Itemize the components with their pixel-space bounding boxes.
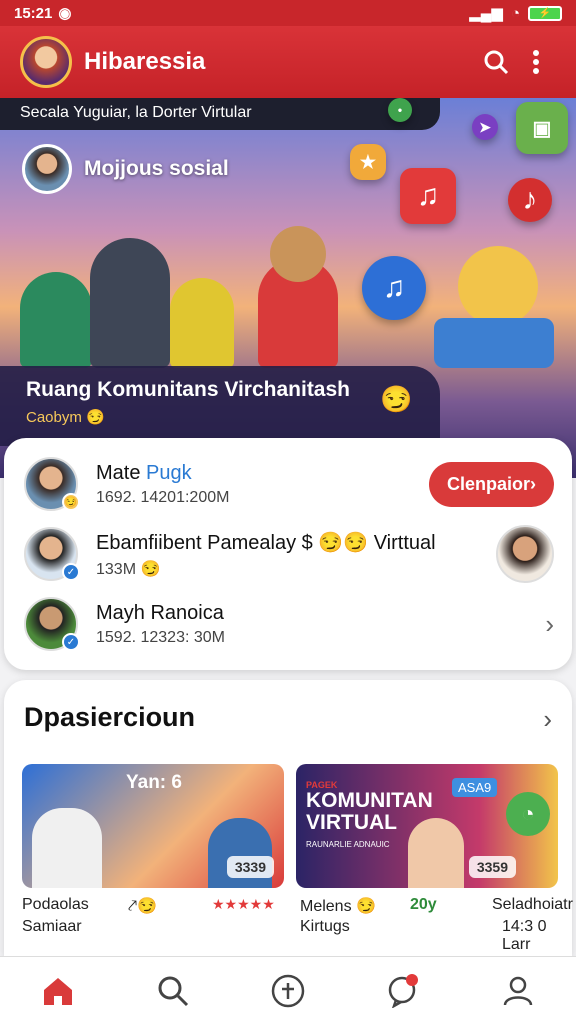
view-count: 3359: [468, 856, 516, 878]
search-icon: [484, 50, 509, 75]
app-logo: [20, 36, 72, 88]
nav-create[interactable]: [263, 966, 313, 1016]
list-item[interactable]: 😏 Mate Pugk 1692. 14201:200M Clenpaior›: [24, 454, 554, 514]
hero-caption-sub: Caobym: [26, 409, 82, 426]
card-label: Seladhoiatr: [492, 896, 573, 913]
hero-banner[interactable]: Secala Yuguiar, la Dorter Virtular Mojjo…: [0, 98, 576, 478]
rating-stars: ★★★★★: [212, 896, 275, 912]
post-meta: 1592. 12323: 30M: [96, 628, 225, 646]
person-figure: [20, 272, 92, 368]
notification-dot: [406, 973, 419, 986]
hero-username: Mojjous sosial: [84, 157, 229, 180]
section-title: Dpasiercioun: [24, 702, 196, 732]
status-bar: 15:21 ◉ ▂▄▆ ◔ ⚡: [0, 0, 576, 26]
more-menu-button[interactable]: [516, 42, 556, 82]
profile-icon: [504, 976, 533, 1005]
search-button[interactable]: [476, 42, 516, 82]
music-note-icon: ♫: [362, 256, 426, 320]
home-icon: [43, 977, 72, 1005]
chat-bubble-icon: ◔: [506, 792, 550, 836]
pedestal: [434, 318, 554, 368]
share-icon[interactable]: ⤤😏: [128, 896, 157, 916]
signal-icon: ▂▄▆: [469, 5, 503, 22]
person-figure: [408, 818, 464, 888]
post-name: Mate: [96, 461, 147, 484]
verified-badge-icon: ✓: [62, 563, 80, 581]
clock: 15:21: [14, 4, 53, 22]
post-name: Mayh Ranoica: [96, 601, 224, 624]
content-card[interactable]: PAGEK KOMUNITAN VIRTUAL RAUNARLIE ADNAUI…: [296, 764, 558, 888]
wifi-icon: ◔: [510, 4, 520, 22]
card-label: Kirtugs: [300, 918, 350, 935]
screen-icon: ▣: [516, 102, 568, 154]
nav-search[interactable]: [148, 966, 198, 1016]
post-name: Ebamfiibent Pamealay $ 😏😏 Virttual: [96, 531, 436, 554]
notification-icon: ◉: [58, 5, 72, 22]
card-label: Samiaar: [22, 918, 82, 935]
emoji-icon: 😏: [140, 560, 161, 578]
avatar: [496, 525, 554, 583]
post-meta: 1692. 14201:200M: [96, 488, 230, 506]
avatar: [22, 144, 72, 194]
card-label: 14:3 0 Larr: [502, 918, 547, 953]
avatar: ✓: [24, 527, 80, 581]
emoji-icon: 😏: [380, 384, 413, 414]
star-icon: ★: [350, 144, 386, 180]
join-button[interactable]: Clenpaior›: [428, 461, 554, 507]
thumb-tag: ASA9: [452, 778, 498, 797]
avatar: ✓: [24, 597, 80, 651]
more-vertical-icon: [533, 50, 539, 74]
content-card[interactable]: Yan: 6 3339: [22, 764, 284, 888]
discover-section: Dpasiercioun › Yan: 6 3339 PAGEK KOMUNIT…: [4, 680, 573, 956]
nav-messages[interactable]: [378, 966, 428, 1016]
battery-icon: ⚡: [528, 5, 562, 21]
hero-caption: Ruang Komunitans Virchanitash Caobym 😏: [0, 366, 440, 446]
post-name-highlight: Pugk: [146, 461, 192, 484]
person-figure: [32, 808, 102, 888]
thumb-overlay: Yan: 6: [126, 772, 182, 793]
list-item[interactable]: ✓ Ebamfiibent Pamealay $ 😏😏 Virttual 133M…: [24, 524, 554, 584]
send-icon: ➤: [472, 114, 498, 140]
hero-tagline: Secala Yuguiar, la Dorter Virtular: [0, 98, 440, 130]
app-title: Hibaressia: [84, 48, 206, 75]
hero-caption-title: Ruang Komunitans Virchanitash: [26, 378, 350, 401]
music-note-icon: ♫: [400, 168, 456, 224]
add-icon: [271, 974, 305, 1007]
bear-mascot: [270, 226, 326, 282]
bear-mascot: [458, 246, 538, 326]
verified-badge-icon: ✓: [62, 633, 80, 651]
post-meta: 133M: [96, 560, 137, 578]
chevron-right-icon[interactable]: ›: [545, 609, 554, 640]
avatar: 😏: [24, 457, 80, 511]
hero-user[interactable]: Mojjous sosial: [22, 144, 229, 194]
emoji-icon: 😏: [86, 409, 105, 426]
chevron-right-icon[interactable]: ›: [543, 704, 552, 735]
search-icon: [158, 976, 188, 1006]
post-list: 😏 Mate Pugk 1692. 14201:200M Clenpaior› ✓…: [4, 438, 572, 670]
nav-profile[interactable]: [493, 966, 543, 1016]
nav-home[interactable]: [33, 966, 83, 1016]
card-label: Podaolas: [22, 896, 89, 913]
music-icon: ♪: [508, 178, 552, 222]
card-label: Melens 😏: [300, 898, 376, 915]
app-bar: Hibaressia: [0, 26, 576, 98]
person-figure: [170, 278, 234, 368]
thumb-caption: RAUNARLIE ADNAUIC: [306, 840, 390, 849]
chat-icon: •: [388, 98, 412, 122]
list-item[interactable]: ✓ Mayh Ranoica 1592. 12323: 30M ›: [24, 594, 554, 654]
bottom-nav: [0, 956, 576, 1024]
person-figure: [90, 238, 170, 368]
card-score: 20y: [410, 896, 437, 913]
emoji-badge-icon: 😏: [62, 493, 80, 511]
view-count: 3339: [226, 856, 274, 878]
